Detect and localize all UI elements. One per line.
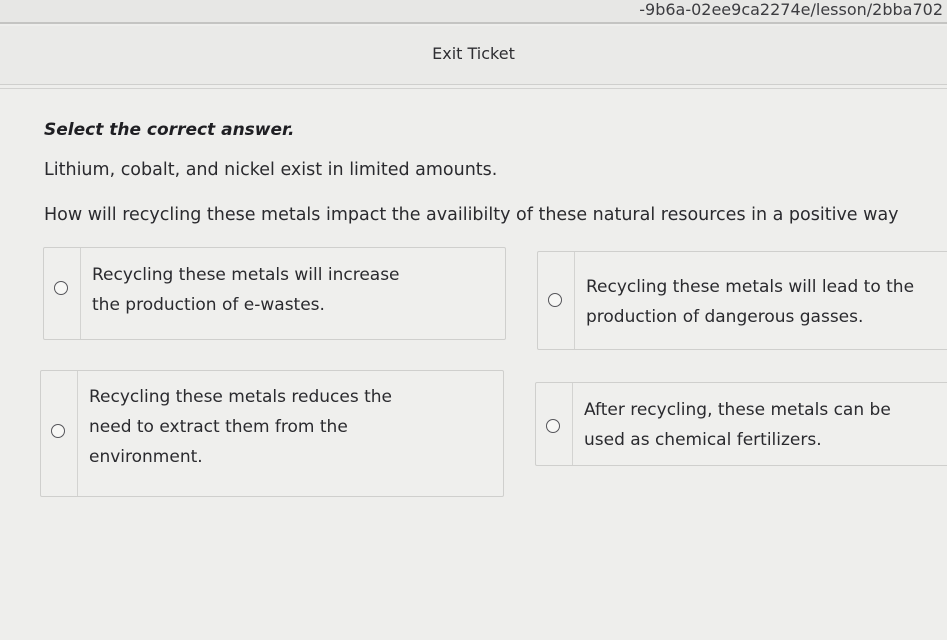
answer-option-4-radio-cell[interactable] xyxy=(536,383,573,465)
answer-option-3-radio-cell[interactable] xyxy=(41,371,78,496)
address-bar[interactable]: -9b6a-02ee9ca2274e/lesson/2bba702 xyxy=(0,0,947,24)
answer-option-1-label[interactable]: Recycling these metals will increase the… xyxy=(92,260,400,320)
address-bar-url: -9b6a-02ee9ca2274e/lesson/2bba702 xyxy=(639,0,943,19)
radio-button-icon[interactable] xyxy=(546,419,560,433)
header-divider xyxy=(0,88,947,89)
question-text-line-1: Lithium, cobalt, and nickel exist in lim… xyxy=(44,160,498,180)
answer-option-4[interactable]: After recycling, these metals can be use… xyxy=(535,382,947,466)
radio-button-icon[interactable] xyxy=(548,293,562,307)
page-title: Exit Ticket xyxy=(432,44,515,63)
answer-option-2-label[interactable]: Recycling these metals will lead to the … xyxy=(586,272,914,332)
answer-option-1[interactable]: Recycling these metals will increase the… xyxy=(43,247,506,340)
answer-option-4-label[interactable]: After recycling, these metals can be use… xyxy=(584,395,891,455)
radio-button-icon[interactable] xyxy=(54,281,68,295)
page-header: Exit Ticket xyxy=(0,26,947,85)
answer-option-1-radio-cell[interactable] xyxy=(44,248,81,339)
answer-option-2-radio-cell[interactable] xyxy=(538,252,575,349)
question-text-line-2: How will recycling these metals impact t… xyxy=(44,205,899,225)
answer-option-2[interactable]: Recycling these metals will lead to the … xyxy=(537,251,947,350)
answer-option-3[interactable]: Recycling these metals reduces the need … xyxy=(40,370,504,497)
answer-option-3-label[interactable]: Recycling these metals reduces the need … xyxy=(89,382,392,472)
radio-button-icon[interactable] xyxy=(51,424,65,438)
question-instruction: Select the correct answer. xyxy=(44,120,295,140)
